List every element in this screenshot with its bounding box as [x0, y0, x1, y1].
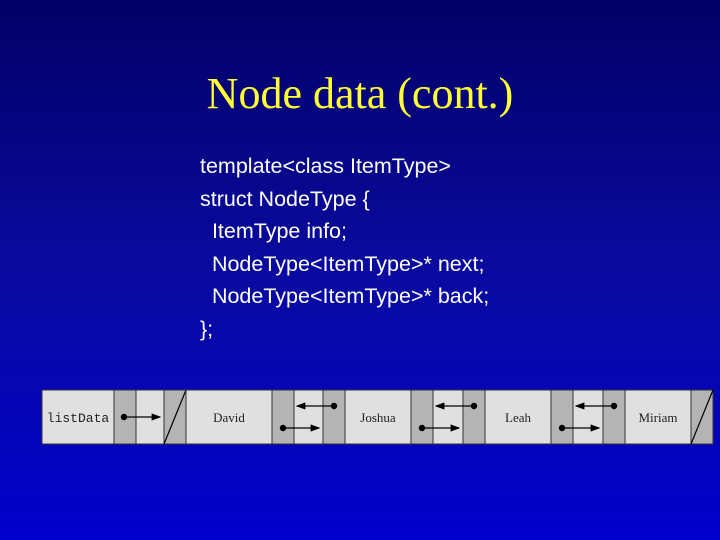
node-label: David — [213, 410, 245, 425]
node-label: Leah — [505, 410, 531, 425]
node-back-field — [322, 389, 346, 445]
node-label: Miriam — [639, 410, 678, 425]
node-next-field — [271, 389, 295, 445]
gap-box — [432, 389, 464, 445]
node-next-field — [550, 389, 574, 445]
doubly-linked-list-diagram: listData David Joshua Leah Miriam — [41, 389, 714, 445]
node-next-field — [410, 389, 434, 445]
node-label: Joshua — [360, 410, 396, 425]
gap-box — [293, 389, 324, 445]
head-label: listData — [47, 411, 110, 426]
node-back-field — [462, 389, 486, 445]
node-back-field — [602, 389, 626, 445]
gap-box — [572, 389, 604, 445]
